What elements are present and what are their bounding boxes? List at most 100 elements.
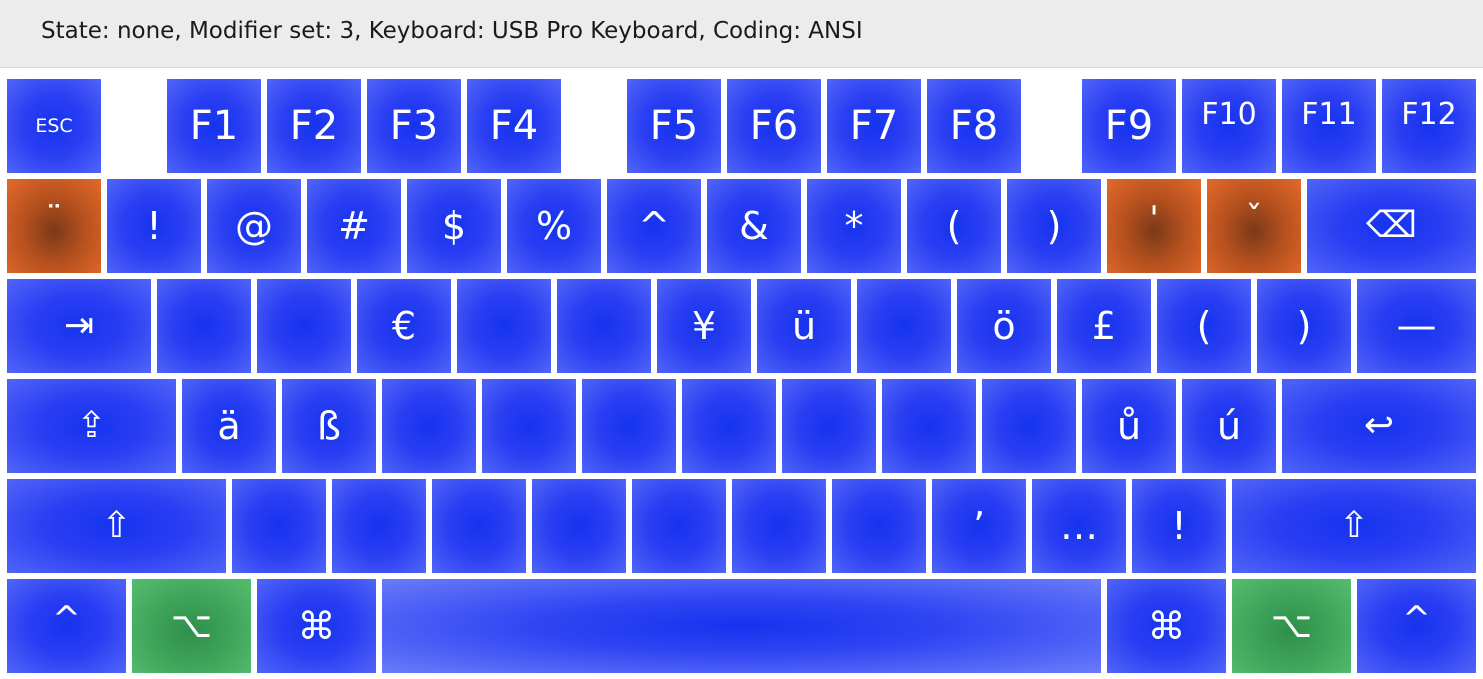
- key-label: $: [441, 204, 467, 248]
- key-ampersand[interactable]: &: [707, 179, 801, 273]
- key-label: ESC: [35, 114, 73, 137]
- key-label: F8: [949, 103, 999, 149]
- key-y[interactable]: ¥: [657, 279, 751, 373]
- key-f[interactable]: [482, 379, 576, 473]
- key-caron[interactable]: ˇ: [1207, 179, 1301, 273]
- key-u[interactable]: ü: [757, 279, 851, 373]
- keyboard-layout: ESC F1 F2 F3 F4 F5 F6 F7 F8 F9 F10 F11 F12 ¨! @ # $% ^ & * (…: [0, 68, 1483, 679]
- key-esc[interactable]: ESC: [7, 79, 101, 173]
- shift-icon: ⇧: [1338, 505, 1370, 546]
- key-d[interactable]: [382, 379, 476, 473]
- key-q[interactable]: [157, 279, 251, 373]
- key-option-left[interactable]: ⌥: [132, 579, 251, 673]
- command-icon: ⌘: [297, 604, 336, 648]
- key-bracket-close[interactable]: ): [1257, 279, 1351, 373]
- key-label: ö: [992, 304, 1016, 348]
- key-f10[interactable]: F10: [1182, 79, 1276, 173]
- key-label: F4: [489, 103, 539, 149]
- key-slash[interactable]: !: [1132, 479, 1226, 573]
- key-j[interactable]: [782, 379, 876, 473]
- key-command-left[interactable]: ⌘: [257, 579, 376, 673]
- key-dollar[interactable]: $: [407, 179, 501, 273]
- key-s[interactable]: ß: [282, 379, 376, 473]
- key-command-right[interactable]: ⌘: [1107, 579, 1226, 673]
- key-option-right[interactable]: ⌥: [1232, 579, 1351, 673]
- key-f9[interactable]: F9: [1082, 79, 1176, 173]
- key-x[interactable]: [332, 479, 426, 573]
- key-f3[interactable]: F3: [367, 79, 461, 173]
- key-p[interactable]: £: [1057, 279, 1151, 373]
- key-bracket-open[interactable]: (: [1157, 279, 1251, 373]
- key-paren-close[interactable]: ): [1007, 179, 1101, 273]
- key-label: *: [844, 204, 864, 248]
- key-comma[interactable]: ’: [932, 479, 1026, 573]
- key-at[interactable]: @: [207, 179, 301, 273]
- control-icon: ^: [52, 599, 81, 639]
- key-label: (: [1196, 304, 1212, 348]
- key-f12[interactable]: F12: [1382, 79, 1476, 173]
- key-asterisk[interactable]: *: [807, 179, 901, 273]
- key-label: F6: [749, 103, 799, 149]
- key-period[interactable]: …: [1032, 479, 1126, 573]
- key-f7[interactable]: F7: [827, 79, 921, 173]
- key-percent[interactable]: %: [507, 179, 601, 273]
- key-delete[interactable]: ⌫: [1307, 179, 1476, 273]
- key-f11[interactable]: F11: [1282, 79, 1376, 173]
- key-b[interactable]: [632, 479, 726, 573]
- key-acute[interactable]: ': [1107, 179, 1201, 273]
- key-c[interactable]: [432, 479, 526, 573]
- key-f1[interactable]: F1: [167, 79, 261, 173]
- key-t[interactable]: [557, 279, 651, 373]
- key-f2[interactable]: F2: [267, 79, 361, 173]
- key-label: !: [146, 204, 162, 248]
- key-control-left[interactable]: ^: [7, 579, 126, 673]
- key-h[interactable]: [682, 379, 776, 473]
- control-icon: ^: [1402, 599, 1431, 639]
- key-label: ): [1046, 204, 1062, 248]
- key-k[interactable]: [882, 379, 976, 473]
- key-space[interactable]: [382, 579, 1101, 673]
- key-a[interactable]: ä: [182, 379, 276, 473]
- key-label: ): [1296, 304, 1312, 348]
- key-shift-right[interactable]: ⇧: [1232, 479, 1476, 573]
- key-l[interactable]: [982, 379, 1076, 473]
- key-shift-left[interactable]: ⇧: [7, 479, 226, 573]
- key-hash[interactable]: #: [307, 179, 401, 273]
- key-v[interactable]: [532, 479, 626, 573]
- key-z[interactable]: [232, 479, 326, 573]
- key-o[interactable]: ö: [957, 279, 1051, 373]
- key-f8[interactable]: F8: [927, 79, 1021, 173]
- key-tab[interactable]: ⇥: [7, 279, 151, 373]
- key-f4[interactable]: F4: [467, 79, 561, 173]
- key-paren-open[interactable]: (: [907, 179, 1001, 273]
- key-n[interactable]: [732, 479, 826, 573]
- key-label: F12: [1401, 97, 1457, 132]
- key-m[interactable]: [832, 479, 926, 573]
- key-diaeresis[interactable]: ¨: [7, 179, 101, 273]
- key-label: F3: [389, 103, 439, 149]
- key-w[interactable]: [257, 279, 351, 373]
- key-control-right[interactable]: ^: [1357, 579, 1476, 673]
- key-quote[interactable]: ú: [1182, 379, 1276, 473]
- key-label: F10: [1201, 97, 1257, 132]
- key-label: F1: [189, 103, 239, 149]
- key-g[interactable]: [582, 379, 676, 473]
- key-label: —: [1396, 303, 1437, 349]
- key-e[interactable]: €: [357, 279, 451, 373]
- key-label: ä: [217, 404, 241, 448]
- key-label: %: [535, 204, 573, 248]
- key-return[interactable]: ↩: [1282, 379, 1476, 473]
- shift-icon: ⇧: [101, 505, 132, 546]
- key-caps-lock[interactable]: ⇪: [7, 379, 176, 473]
- key-label: ^: [638, 204, 670, 248]
- key-r[interactable]: [457, 279, 551, 373]
- key-f6[interactable]: F6: [727, 79, 821, 173]
- key-backslash[interactable]: —: [1357, 279, 1476, 373]
- key-caret[interactable]: ^: [607, 179, 701, 273]
- key-f5[interactable]: F5: [627, 79, 721, 173]
- key-label: ¥: [691, 304, 717, 348]
- key-exclamation[interactable]: !: [107, 179, 201, 273]
- key-semicolon[interactable]: ů: [1082, 379, 1176, 473]
- key-label: ': [1149, 199, 1159, 239]
- key-i[interactable]: [857, 279, 951, 373]
